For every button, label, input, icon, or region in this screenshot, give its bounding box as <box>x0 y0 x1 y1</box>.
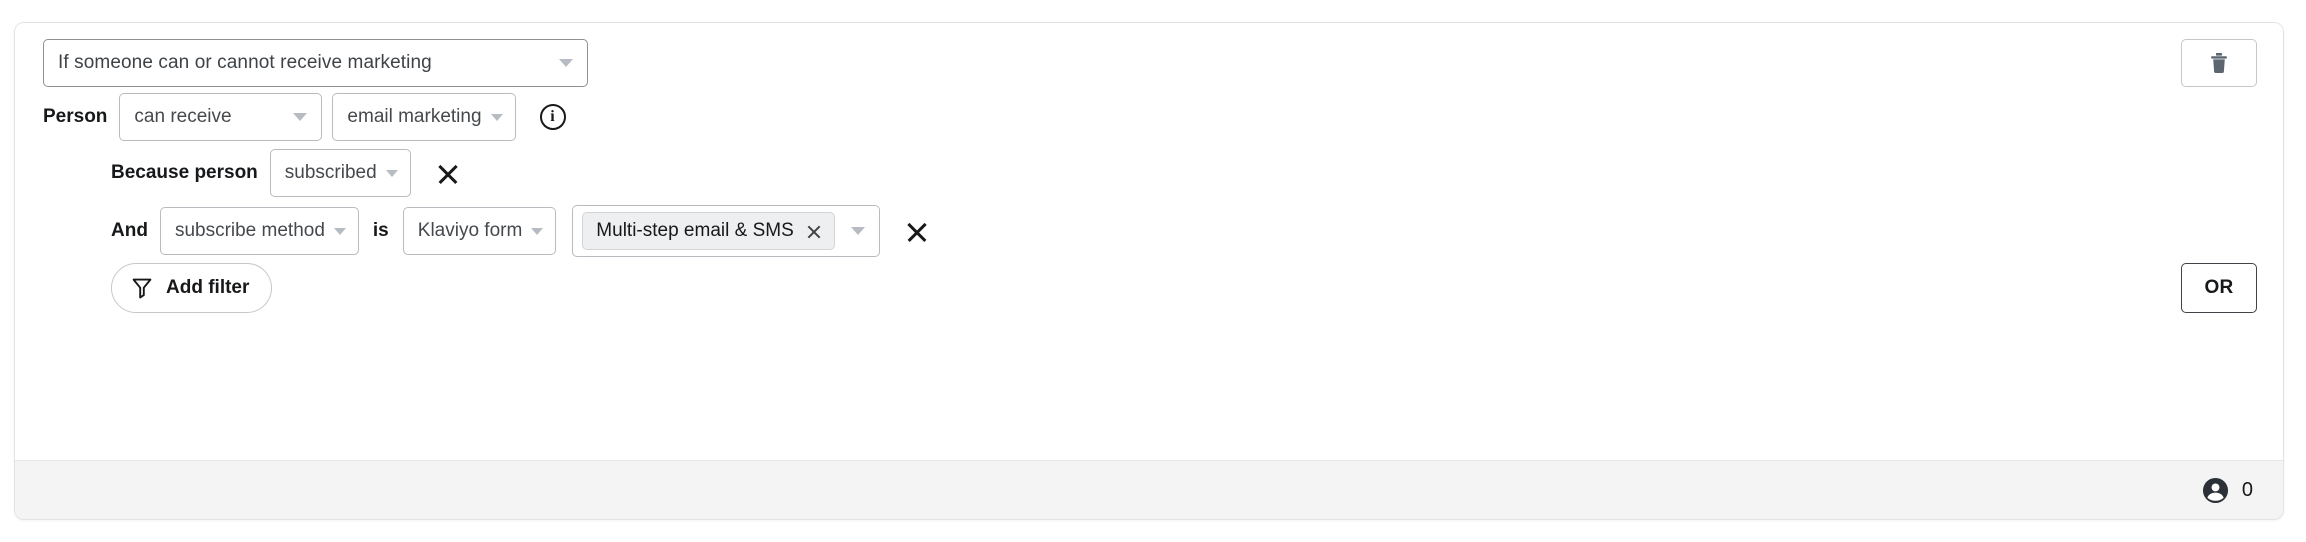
add-filter-row: Add filter <box>111 263 273 313</box>
info-circle-icon[interactable]: i <box>539 104 566 130</box>
add-filter-button[interactable]: Add filter <box>111 263 273 313</box>
and-filter-row: And subscribe method is Klaviyo form Mul… <box>111 205 932 257</box>
subscription-reason-value: subscribed <box>284 162 377 183</box>
subscription-reason-select[interactable]: subscribed <box>269 149 411 197</box>
selected-value-tag: Multi-step email & SMS <box>582 212 835 250</box>
consent-state-value: can receive <box>134 106 232 127</box>
marketing-channel-select[interactable]: email marketing <box>332 93 516 141</box>
remove-because-row-button[interactable] <box>433 158 463 188</box>
or-button-label: OR <box>2204 277 2234 298</box>
card-footer: 0 <box>15 460 2283 519</box>
condition-type-select[interactable]: If someone can or cannot receive marketi… <box>43 39 588 87</box>
person-avatar-icon <box>2202 477 2228 503</box>
chevron-down-icon <box>385 169 398 177</box>
because-person-row: Because person subscribed <box>111 149 463 197</box>
filter-card-body: If someone can or cannot receive marketi… <box>15 23 2283 462</box>
subscribe-source-select[interactable]: Klaviyo form <box>402 207 557 255</box>
subscribe-method-value: subscribe method <box>174 220 325 241</box>
marketing-channel-value: email marketing <box>347 106 482 127</box>
or-group-button[interactable]: OR <box>2181 263 2257 313</box>
subscribe-method-select[interactable]: subscribe method <box>159 207 359 255</box>
chevron-down-icon <box>293 113 308 121</box>
profile-count-value: 0 <box>2241 478 2253 501</box>
profile-count-group: 0 <box>2202 477 2253 504</box>
person-row-label: Person <box>43 106 108 127</box>
and-row-label: And <box>111 220 148 241</box>
chevron-down-icon <box>559 59 573 67</box>
remove-and-row-button[interactable] <box>902 216 932 246</box>
consent-state-select[interactable]: can receive <box>119 93 323 141</box>
chevron-down-icon <box>333 227 346 235</box>
condition-type-value: If someone can or cannot receive marketi… <box>58 52 432 73</box>
add-filter-label: Add filter <box>166 277 250 298</box>
subscribe-source-value: Klaviyo form <box>417 220 523 241</box>
and-row-operator-label: is <box>372 220 389 241</box>
remove-tag-button[interactable] <box>805 222 823 240</box>
delete-condition-button[interactable] <box>2181 39 2257 87</box>
screen-root: If someone can or cannot receive marketi… <box>0 0 2306 542</box>
trash-icon <box>2211 53 2227 73</box>
person-row: Person can receive email marketing i <box>43 93 566 141</box>
form-value-multiselect[interactable]: Multi-step email & SMS <box>572 205 881 257</box>
condition-row: If someone can or cannot receive marketi… <box>43 39 588 87</box>
chevron-down-icon <box>851 227 866 235</box>
selected-value-tag-label: Multi-step email & SMS <box>596 220 794 241</box>
filter-condition-card: If someone can or cannot receive marketi… <box>14 22 2284 520</box>
filter-funnel-icon <box>132 278 152 299</box>
because-person-label: Because person <box>111 162 258 183</box>
info-glyph: i <box>550 108 555 125</box>
chevron-down-icon <box>490 113 503 121</box>
chevron-down-icon <box>531 227 544 235</box>
